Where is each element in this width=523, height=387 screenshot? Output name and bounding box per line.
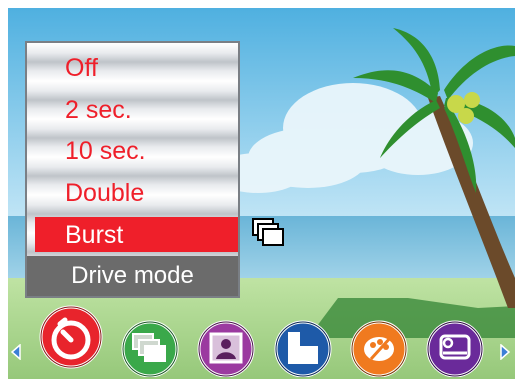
burst-icon — [252, 218, 284, 246]
menu-item-double[interactable]: Double — [27, 174, 238, 212]
color-effect-icon[interactable] — [349, 319, 409, 377]
self-timer-icon[interactable] — [39, 304, 103, 370]
menu-item-2-sec[interactable]: 2 sec. — [27, 91, 238, 129]
scroll-left-arrow-icon[interactable] — [10, 344, 22, 360]
image-size-icon[interactable] — [273, 319, 333, 377]
menu-title: Drive mode — [27, 256, 238, 296]
drive-mode-menu: Off 2 sec. 10 sec. Double Burst Drive mo… — [25, 41, 240, 298]
menu-item-burst[interactable]: Burst — [27, 216, 238, 254]
burst-icon[interactable] — [120, 319, 180, 377]
settings-icon[interactable] — [425, 319, 485, 377]
camera-screen: Off 2 sec. 10 sec. Double Burst Drive mo… — [8, 8, 515, 379]
menu-item-10-sec[interactable]: 10 sec. — [27, 132, 238, 170]
menu-item-off[interactable]: Off — [27, 49, 238, 87]
portrait-scene-icon[interactable] — [196, 319, 256, 377]
scroll-right-arrow-icon[interactable] — [499, 344, 511, 360]
